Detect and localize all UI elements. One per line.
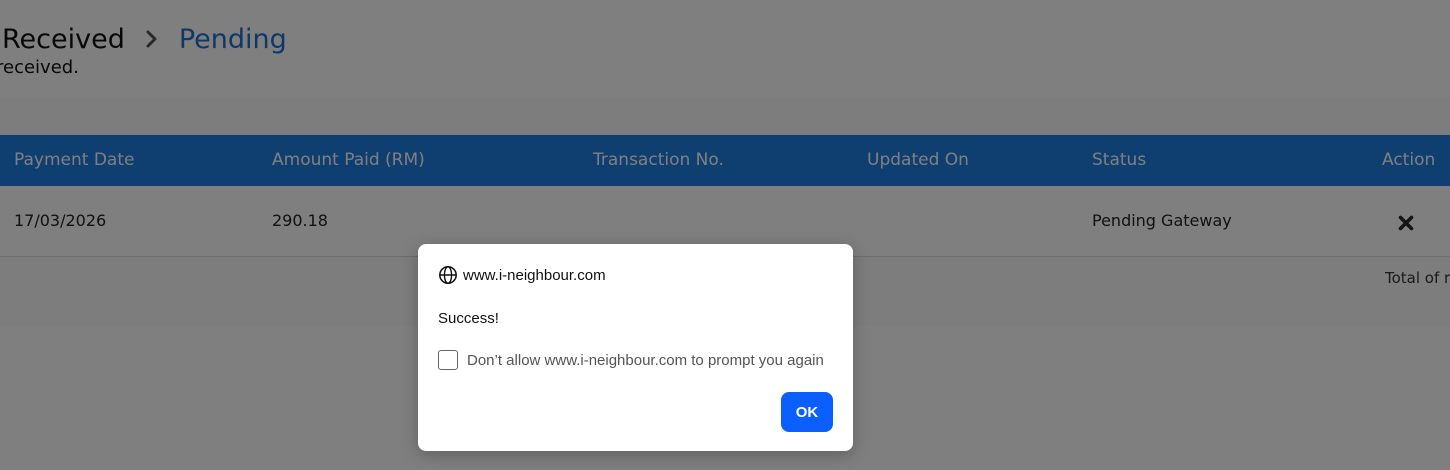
- dialog-message: Success!: [438, 310, 499, 327]
- dialog-origin-text: www.i-neighbour.com: [463, 266, 606, 284]
- globe-icon: [438, 265, 458, 285]
- ok-button[interactable]: OK: [781, 392, 833, 432]
- suppress-prompts-option[interactable]: Don’t allow www.i-neighbour.com to promp…: [438, 350, 824, 370]
- suppress-prompts-label: Don’t allow www.i-neighbour.com to promp…: [467, 351, 824, 369]
- alert-dialog: www.i-neighbour.com Success! Don’t allow…: [418, 244, 853, 451]
- suppress-prompts-checkbox[interactable]: [438, 350, 458, 370]
- dialog-origin: www.i-neighbour.com: [438, 265, 606, 285]
